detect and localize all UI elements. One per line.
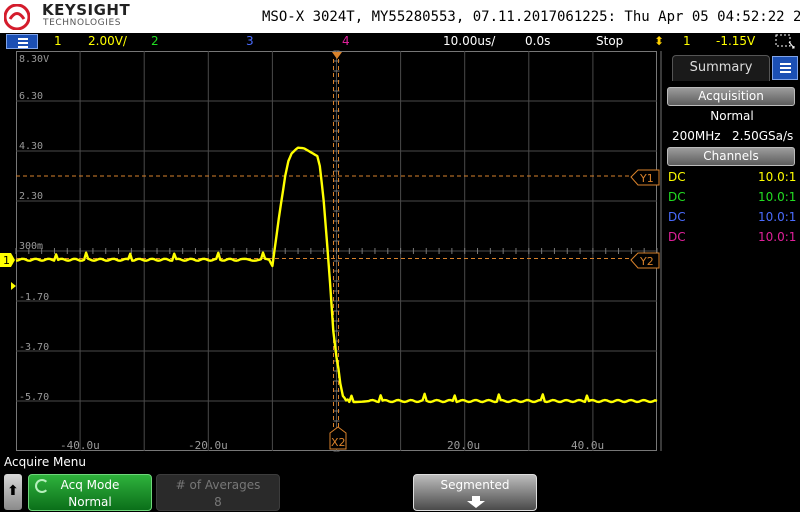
instrument-title: MSO-X 3024T, MY55280553, 07.11.201706122… xyxy=(262,9,800,25)
averages-label: # of Averages xyxy=(175,478,261,492)
waveform-display[interactable]: 8.30V 6.30 4.30 2.30 300m -1.70 -3.70 -5… xyxy=(0,50,660,452)
channels-heading: Channels xyxy=(667,147,795,166)
channel-coupling: DC xyxy=(668,170,686,184)
trigger-level-marker[interactable] xyxy=(11,282,16,290)
channel-coupling: DC xyxy=(668,210,686,224)
channel-probe-ratio: 10.0:1 xyxy=(758,190,797,204)
brand-subtitle: TECHNOLOGIES xyxy=(43,18,122,28)
segmented-label: Segmented xyxy=(440,478,510,492)
ch1-ground-marker[interactable]: 1 xyxy=(0,253,15,267)
acq-mode-summary: Normal xyxy=(710,109,754,123)
sample-rate-value: 2.50GSa/s xyxy=(732,129,794,143)
ch4-indicator[interactable]: 4 xyxy=(342,34,350,48)
channel-row-2: DC 10.0:1 xyxy=(668,189,796,207)
trigger-source[interactable]: 1 xyxy=(683,34,691,48)
channel-row-4: DC 10.0:1 xyxy=(668,229,796,247)
x-tick-label: -20.0u xyxy=(188,439,228,452)
panel-menu-icon[interactable] xyxy=(772,56,798,80)
channel-status-bar: 1 2.00V/ 2 3 4 10.00us/ 0.0s Stop ⬍ 1 -1… xyxy=(0,33,800,50)
y-tick-label: 4.30 xyxy=(19,141,43,152)
svg-text:Y2: Y2 xyxy=(639,255,654,268)
y-tick-label: -3.70 xyxy=(19,342,49,353)
channel-probe-ratio: 10.0:1 xyxy=(758,230,797,244)
y-axis-labels: 8.30V 6.30 4.30 2.30 300m -1.70 -3.70 -5… xyxy=(19,54,49,403)
ch2-indicator[interactable]: 2 xyxy=(151,34,159,48)
averages-softkey[interactable]: # of Averages 8 xyxy=(156,474,280,511)
averages-value: 8 xyxy=(214,495,222,509)
trigger-slope-icon: ⬍ xyxy=(654,34,665,48)
y-tick-label: -5.70 xyxy=(19,392,49,403)
brand-name: KEYSIGHT xyxy=(42,1,131,19)
main-menu-button[interactable] xyxy=(6,34,38,49)
title-bar: KEYSIGHT TECHNOLOGIES MSO-X 3024T, MY552… xyxy=(0,0,800,33)
softkey-menu-title: Acquire Menu xyxy=(4,455,86,469)
y-tick-label: 6.30 xyxy=(19,91,43,102)
ch1-indicator[interactable]: 1 xyxy=(54,34,62,48)
acquisition-heading: Acquisition xyxy=(667,87,795,106)
acq-mode-label: Acq Mode xyxy=(60,478,120,492)
ch1-scale[interactable]: 2.00V/ xyxy=(88,34,127,48)
y-tick-label: 2.30 xyxy=(19,191,43,202)
x-tick-label: 20.0u xyxy=(447,439,480,452)
svg-text:1: 1 xyxy=(3,254,10,267)
channel-coupling: DC xyxy=(668,190,686,204)
softkey-bar: Acquire Menu ⬆ Acq Mode Normal # of Aver… xyxy=(0,452,800,512)
run-state[interactable]: Stop xyxy=(596,34,623,48)
graticule-grid xyxy=(15,50,658,452)
delay-value[interactable]: 0.0s xyxy=(525,34,550,48)
cursor-y1-tag[interactable]: Y1 xyxy=(630,169,660,186)
keysight-logo-icon xyxy=(4,4,30,30)
channel-probe-ratio: 10.0:1 xyxy=(758,210,797,224)
bandwidth-value: 200MHz xyxy=(672,129,721,143)
timebase-value[interactable]: 10.00us/ xyxy=(443,34,495,48)
trigger-position-marker[interactable] xyxy=(332,52,342,59)
channel-probe-ratio: 10.0:1 xyxy=(758,170,797,184)
summary-tab[interactable]: Summary xyxy=(672,55,770,81)
channel-row-3: DC 10.0:1 xyxy=(668,209,796,227)
svg-text:Y1: Y1 xyxy=(639,172,654,185)
x-tick-label: -40.0u xyxy=(60,439,100,452)
channel-row-1: DC 10.0:1 xyxy=(668,169,796,187)
trigger-level[interactable]: -1.15V xyxy=(716,34,755,48)
acq-mode-softkey[interactable]: Acq Mode Normal xyxy=(28,474,152,511)
back-up-button[interactable]: ⬆ xyxy=(4,474,22,510)
channel-coupling: DC xyxy=(668,230,686,244)
x-tick-label: 40.0u xyxy=(571,439,604,452)
svg-text:X2: X2 xyxy=(331,436,346,449)
cursor-x2-tag[interactable]: X2 xyxy=(329,426,347,450)
screen-capture-icon[interactable] xyxy=(775,34,795,49)
y-tick-label: -1.70 xyxy=(19,292,49,303)
summary-panel: Summary Acquisition Normal 200MHz 2.50GS… xyxy=(660,51,800,451)
submenu-down-arrow-icon xyxy=(467,496,485,508)
y-tick-label: 8.30V xyxy=(19,54,49,65)
cursor-lines[interactable] xyxy=(16,59,632,429)
up-arrow-icon: ⬆ xyxy=(7,483,19,499)
ch3-indicator[interactable]: 3 xyxy=(246,34,254,48)
cursor-y2-tag[interactable]: Y2 xyxy=(630,252,660,269)
y-tick-label: 300m xyxy=(19,241,43,252)
segmented-softkey[interactable]: Segmented xyxy=(413,474,537,511)
acq-mode-value: Normal xyxy=(68,495,112,509)
